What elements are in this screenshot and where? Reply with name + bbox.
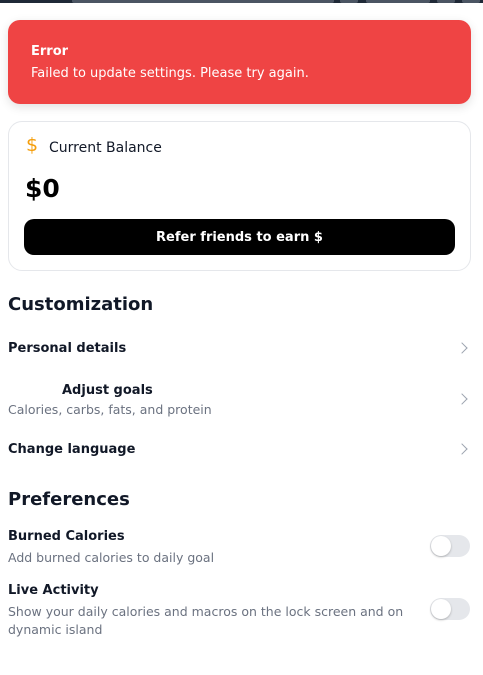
change-language-item[interactable]: Change language (8, 431, 470, 467)
toggle-knob (431, 599, 451, 619)
burned-calories-label: Burned Calories (8, 529, 125, 544)
browser-top-bar (0, 0, 483, 3)
address-bar-edge (72, 0, 334, 3)
personal-details-label: Personal details (8, 341, 127, 356)
balance-amount: $0 (25, 174, 60, 203)
change-language-label: Change language (8, 442, 136, 457)
balance-label: Current Balance (49, 140, 162, 156)
adjust-goals-label: Adjust goals (62, 383, 153, 398)
chevron-right-icon (456, 443, 468, 455)
error-toast: Error Failed to update settings. Please … (8, 20, 471, 104)
dollar-icon: $ (26, 134, 39, 156)
error-message: Failed to update settings. Please try ag… (31, 66, 309, 81)
burned-calories-toggle[interactable] (430, 535, 470, 557)
personal-details-item[interactable]: Personal details (8, 330, 470, 366)
toolbar-button-edge (366, 0, 430, 3)
toggle-knob (431, 536, 451, 556)
adjust-goals-subtitle: Calories, carbs, fats, and protein (8, 402, 212, 417)
burned-calories-setting: Burned Calories Add burned calories to d… (8, 529, 470, 569)
refer-friends-button[interactable]: Refer friends to earn $ (24, 219, 455, 255)
error-title: Error (31, 44, 69, 59)
preferences-heading: Preferences (8, 489, 130, 510)
chevron-right-icon (456, 393, 468, 405)
toolbar-button-edge (462, 0, 480, 3)
burned-calories-description: Add burned calories to daily goal (8, 550, 215, 565)
customization-heading: Customization (8, 294, 154, 315)
chevron-right-icon (456, 342, 468, 354)
live-activity-label: Live Activity (8, 583, 99, 598)
adjust-goals-item[interactable]: Adjust goals Calories, carbs, fats, and … (8, 376, 470, 422)
toolbar-button-edge (340, 0, 358, 3)
live-activity-toggle[interactable] (430, 598, 470, 620)
balance-card: $ Current Balance $0 Refer friends to ea… (8, 121, 471, 271)
live-activity-description: Show your daily calories and macros on t… (8, 604, 404, 637)
live-activity-setting: Live Activity Show your daily calories a… (8, 583, 470, 639)
toolbar-button-edge (437, 0, 455, 3)
